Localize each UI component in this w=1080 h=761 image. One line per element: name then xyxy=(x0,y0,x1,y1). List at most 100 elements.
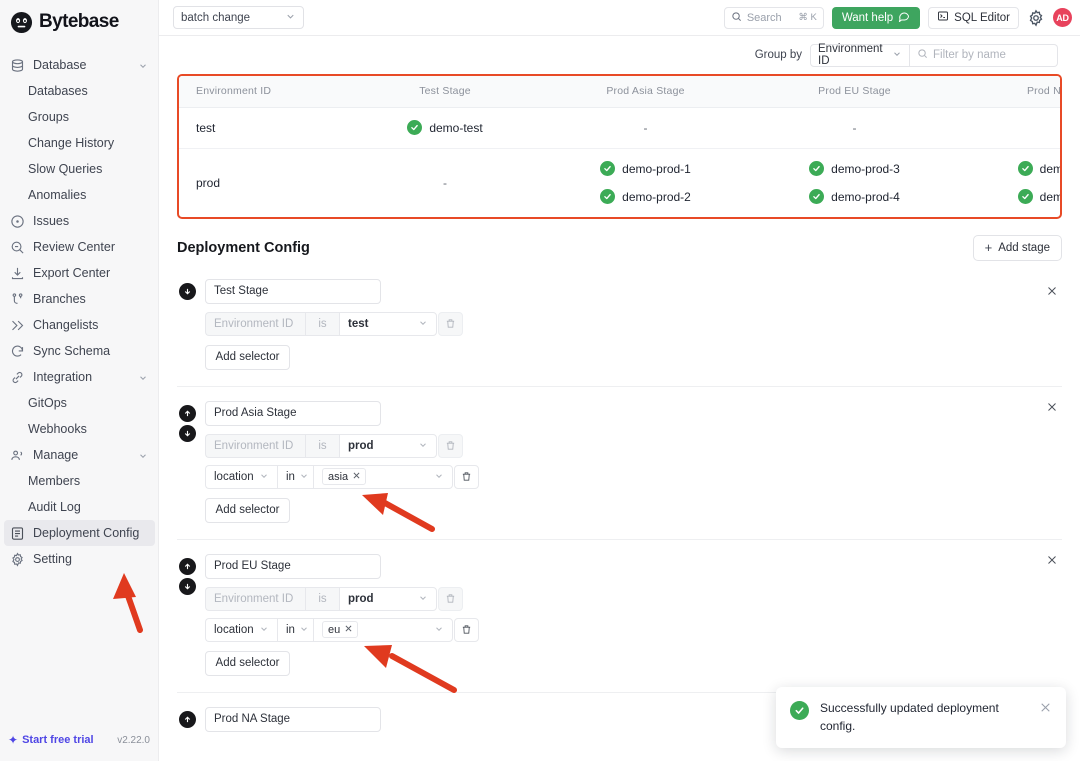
add-selector-button[interactable]: Add selector xyxy=(205,498,290,523)
cell-prod-na-stage: - xyxy=(959,107,1062,148)
sidebar-item-gitops[interactable]: GitOps xyxy=(0,390,158,416)
sidebar-item-export-center[interactable]: Export Center xyxy=(0,260,158,286)
move-stage-down-button[interactable] xyxy=(179,283,196,300)
selector-tag: asia xyxy=(322,468,366,485)
column-header-prod-asia-stage: Prod Asia Stage xyxy=(541,76,750,107)
deployment-config-header: Deployment Config + Add stage xyxy=(159,219,1080,271)
delete-selector-button[interactable] xyxy=(454,618,479,642)
sidebar-item-slow-queries[interactable]: Slow Queries xyxy=(0,156,158,182)
move-stage-down-button[interactable] xyxy=(179,578,196,595)
export-center-icon xyxy=(10,266,25,281)
add-selector-button[interactable]: Add selector xyxy=(205,651,290,676)
cell-prod-asia-stage: demo-prod-1 demo-prod-2 xyxy=(541,148,750,217)
brand-name: Bytebase xyxy=(39,11,119,33)
stage-move-controls xyxy=(177,554,197,595)
selector-tag-multiselect[interactable]: asia xyxy=(313,465,453,489)
avatar[interactable]: AD xyxy=(1053,8,1072,27)
sidebar-item-label: Export Center xyxy=(33,266,148,280)
sidebar-item-change-history[interactable]: Change History xyxy=(0,130,158,156)
gear-icon[interactable] xyxy=(1027,9,1045,27)
sidebar-item-issues[interactable]: Issues xyxy=(0,208,158,234)
delete-selector-button[interactable] xyxy=(454,465,479,489)
search-icon xyxy=(917,48,928,62)
database-name: demo-prod-5 xyxy=(1040,162,1062,176)
chevron-down-icon xyxy=(138,450,148,460)
deployment-matrix-highlight: Environment ID Test Stage Prod Asia Stag… xyxy=(177,74,1062,219)
sidebar-item-anomalies[interactable]: Anomalies xyxy=(0,182,158,208)
delete-selector-button[interactable] xyxy=(438,587,463,611)
changelists-icon xyxy=(10,318,25,333)
sidebar-item-label: Changelists xyxy=(33,318,148,332)
move-stage-up-button[interactable] xyxy=(179,558,196,575)
sidebar-item-database[interactable]: Database xyxy=(0,52,158,78)
selector-key-select[interactable]: location xyxy=(205,465,277,489)
remove-stage-button[interactable] xyxy=(1044,399,1060,415)
search-input[interactable]: Search ⌘ K xyxy=(724,7,824,29)
project-select[interactable]: batch change xyxy=(173,6,304,29)
sidebar-item-sync-schema[interactable]: Sync Schema xyxy=(0,338,158,364)
deployment-config-icon xyxy=(10,526,25,541)
deployment-matrix-table: Environment ID Test Stage Prod Asia Stag… xyxy=(179,76,1062,217)
list-item: demo-prod-2 xyxy=(541,186,750,208)
remove-stage-button[interactable] xyxy=(1044,283,1060,299)
add-stage-button[interactable]: + Add stage xyxy=(973,235,1062,261)
sidebar-item-changelists[interactable]: Changelists xyxy=(0,312,158,338)
group-by-select[interactable]: Environment ID xyxy=(810,44,910,67)
chevron-down-icon xyxy=(138,372,148,382)
sidebar-item-databases[interactable]: Databases xyxy=(0,78,158,104)
stage-name-input[interactable]: Test Stage xyxy=(205,279,381,304)
sidebar-item-label: Manage xyxy=(33,448,130,462)
want-help-button[interactable]: Want help xyxy=(832,7,920,29)
add-selector-button[interactable]: Add selector xyxy=(205,345,290,370)
selector-value-select[interactable]: test xyxy=(339,312,437,336)
sidebar-item-deployment-config[interactable]: Deployment Config xyxy=(4,520,155,546)
sidebar-item-review-center[interactable]: Review Center xyxy=(0,234,158,260)
selector-tag-multiselect[interactable]: eu xyxy=(313,618,453,642)
selector-value-select[interactable]: prod xyxy=(339,587,437,611)
selector-operator-select[interactable]: in xyxy=(277,618,313,642)
remove-tag-icon[interactable] xyxy=(352,471,361,483)
delete-selector-button[interactable] xyxy=(438,312,463,336)
database-name: demo-prod-2 xyxy=(622,190,691,204)
chevron-down-icon xyxy=(259,624,269,636)
selector-tag-label: eu xyxy=(328,624,340,636)
sidebar-item-integration[interactable]: Integration xyxy=(0,364,158,390)
selector-tag-label: asia xyxy=(328,471,348,483)
sidebar-item-manage[interactable]: Manage xyxy=(0,442,158,468)
column-header-environment-id: Environment ID xyxy=(179,76,349,107)
name-filter-input[interactable]: Filter by name xyxy=(910,44,1058,67)
sidebar-item-webhooks[interactable]: Webhooks xyxy=(0,416,158,442)
check-circle-icon xyxy=(407,120,422,135)
chevron-down-icon xyxy=(138,60,148,70)
delete-selector-button[interactable] xyxy=(438,434,463,458)
sidebar-item-audit-log[interactable]: Audit Log xyxy=(0,494,158,520)
brand[interactable]: Bytebase xyxy=(0,4,158,40)
stage-name-input[interactable]: Prod Asia Stage xyxy=(205,401,381,426)
selector-key-select[interactable]: location xyxy=(205,618,277,642)
selector-operator-select[interactable]: in xyxy=(277,465,313,489)
selector-value-select[interactable]: prod xyxy=(339,434,437,458)
move-stage-up-button[interactable] xyxy=(179,405,196,422)
sidebar-item-members[interactable]: Members xyxy=(0,468,158,494)
sidebar-item-branches[interactable]: Branches xyxy=(0,286,158,312)
database-icon xyxy=(10,58,25,73)
page-title: Deployment Config xyxy=(177,240,310,256)
list-item: demo-prod-6 xyxy=(959,186,1062,208)
remove-tag-icon[interactable] xyxy=(344,624,353,636)
move-stage-down-button[interactable] xyxy=(179,425,196,442)
sidebar-item-label: Groups xyxy=(28,110,148,124)
review-center-icon xyxy=(10,240,25,255)
start-free-trial-link[interactable]: Start free trial xyxy=(22,734,94,746)
sidebar-item-label: Setting xyxy=(33,552,148,566)
close-icon[interactable] xyxy=(1039,701,1052,716)
column-header-prod-eu-stage: Prod EU Stage xyxy=(750,76,959,107)
sidebar-item-setting[interactable]: Setting xyxy=(0,546,158,572)
move-stage-up-button[interactable] xyxy=(179,711,196,728)
sql-editor-button[interactable]: SQL Editor xyxy=(928,7,1019,29)
remove-stage-button[interactable] xyxy=(1044,552,1060,568)
stage-name-input[interactable]: Prod NA Stage xyxy=(205,707,381,732)
stage-name-input[interactable]: Prod EU Stage xyxy=(205,554,381,579)
table-row: prod - demo-prod-1 xyxy=(179,148,1062,217)
sidebar-item-groups[interactable]: Groups xyxy=(0,104,158,130)
search-placeholder: Search xyxy=(747,12,782,24)
